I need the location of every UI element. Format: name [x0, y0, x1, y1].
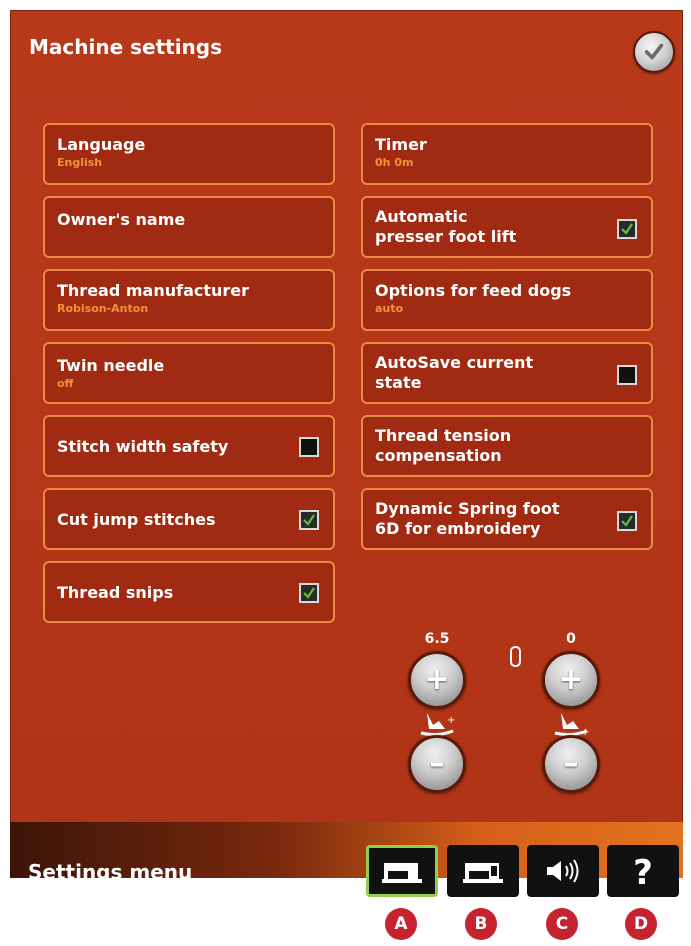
cut-jump-stitches-checkbox[interactable] — [299, 510, 319, 530]
callout-marker-c: C — [546, 908, 578, 940]
settings-menu-title: Settings menu — [28, 860, 193, 884]
plus-icon: + — [424, 662, 450, 697]
setting-value: English — [57, 156, 103, 169]
callout-marker-d: D — [625, 908, 657, 940]
presser-foot-pressure-decrease-button[interactable]: – — [542, 735, 600, 793]
setting-label: Language — [57, 135, 146, 154]
callout-marker-b: B — [465, 908, 497, 940]
dynamic-spring-foot-checkbox[interactable] — [617, 511, 637, 531]
thread-snips-setting[interactable]: Thread snips — [43, 561, 335, 623]
machine-settings-screen: Machine settings Language English Owner'… — [10, 10, 683, 836]
setting-value: Robison-Anton — [57, 302, 149, 315]
check-icon — [621, 515, 633, 527]
setting-label: Thread manufacturer — [57, 281, 250, 300]
setting-label: Stitch width safety — [57, 437, 229, 456]
tab-help[interactable]: ? — [607, 845, 679, 897]
setting-label: AutoSave current state — [375, 353, 534, 392]
tab-embroidery-settings[interactable] — [447, 845, 519, 897]
sewing-machine-icon — [382, 863, 422, 883]
stitch-width-safety-setting[interactable]: Stitch width safety — [43, 415, 335, 477]
setting-label: Cut jump stitches — [57, 510, 216, 529]
presser-foot-height-increase-button[interactable]: + — [408, 651, 466, 709]
thread-snips-checkbox[interactable] — [299, 583, 319, 603]
plus-icon: + — [558, 662, 584, 697]
timer-setting[interactable]: Timer 0h 0m — [361, 123, 653, 185]
setting-value: auto — [375, 302, 404, 315]
pressure-indicator-icon — [510, 646, 521, 667]
presser-foot-pressure-increase-button[interactable]: + — [542, 651, 600, 709]
setting-value: 0h 0m — [375, 156, 414, 169]
svg-text:?: ? — [633, 854, 653, 888]
speaker-icon — [547, 859, 579, 883]
autosave-current-state-setting[interactable]: AutoSave current state — [361, 342, 653, 404]
minus-icon: – — [563, 746, 579, 781]
cut-jump-stitches-setting[interactable]: Cut jump stitches — [43, 488, 335, 550]
confirm-button[interactable] — [633, 31, 675, 73]
page-title: Machine settings — [29, 35, 223, 59]
automatic-presser-foot-lift-setting[interactable]: Automatic presser foot lift — [361, 196, 653, 258]
stitch-width-safety-checkbox[interactable] — [299, 437, 319, 457]
setting-label: Owner's name — [57, 210, 186, 229]
setting-value: off — [57, 377, 74, 390]
feed-dogs-options-setting[interactable]: Options for feed dogs auto — [361, 269, 653, 331]
svg-text:+: + — [447, 715, 455, 726]
tab-machine-settings[interactable] — [366, 845, 438, 897]
tab-sound-settings[interactable] — [527, 845, 599, 897]
presser-foot-height-decrease-button[interactable]: – — [408, 735, 466, 793]
owners-name-setting[interactable]: Owner's name — [43, 196, 335, 258]
sewing-machine-embroidery-icon — [463, 863, 503, 883]
checkmark-icon — [644, 43, 664, 60]
check-icon — [303, 587, 315, 599]
presser-foot-pressure-value: 0 — [566, 631, 576, 647]
callout-marker-a: A — [385, 908, 417, 940]
check-icon — [303, 514, 315, 526]
thread-tension-compensation-setting[interactable]: Thread tension compensation — [361, 415, 653, 477]
setting-label: Twin needle — [57, 356, 165, 375]
setting-label: Thread tension compensation — [375, 426, 512, 465]
autosave-current-state-checkbox[interactable] — [617, 365, 637, 385]
question-icon: ? — [633, 854, 653, 888]
minus-icon: – — [429, 746, 445, 781]
setting-label: Automatic presser foot lift — [375, 207, 517, 246]
check-icon — [621, 223, 633, 235]
thread-manufacturer-setting[interactable]: Thread manufacturer Robison-Anton — [43, 269, 335, 331]
setting-label: Thread snips — [57, 583, 174, 602]
setting-label: Timer — [375, 135, 427, 154]
automatic-presser-foot-lift-checkbox[interactable] — [617, 219, 637, 239]
setting-label: Dynamic Spring foot 6D for embroidery — [375, 499, 560, 538]
language-setting[interactable]: Language English — [43, 123, 335, 185]
dynamic-spring-foot-setting[interactable]: Dynamic Spring foot 6D for embroidery — [361, 488, 653, 550]
setting-label: Options for feed dogs — [375, 281, 572, 300]
presser-foot-height-value: 6.5 — [424, 631, 450, 647]
twin-needle-setting[interactable]: Twin needle off — [43, 342, 335, 404]
